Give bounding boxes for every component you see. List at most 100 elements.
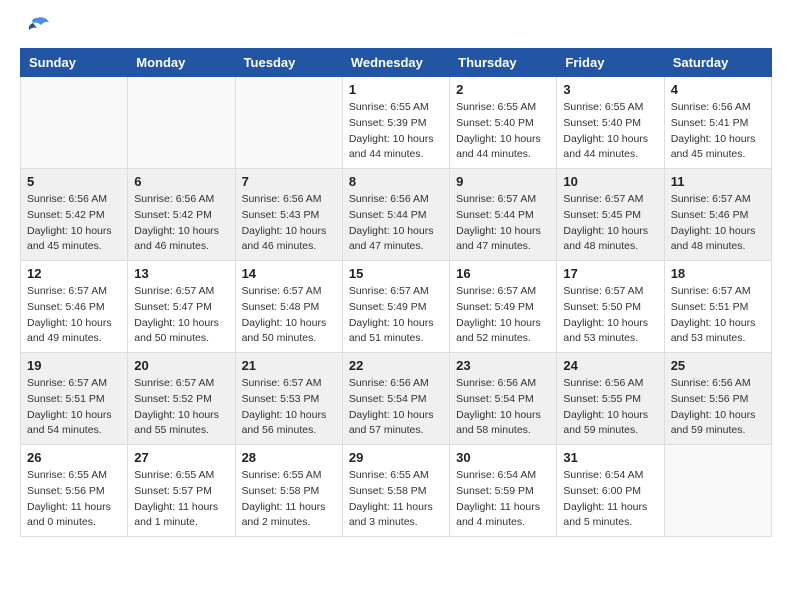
calendar-table: SundayMondayTuesdayWednesdayThursdayFrid… bbox=[20, 48, 772, 537]
calendar-cell: 15 Sunrise: 6:57 AM Sunset: 5:49 PM Dayli… bbox=[342, 261, 449, 353]
calendar-header-row: SundayMondayTuesdayWednesdayThursdayFrid… bbox=[21, 49, 772, 77]
day-number: 7 bbox=[242, 174, 336, 189]
calendar-cell: 27Sunrise: 6:55 AM Sunset: 5:57 PM Dayli… bbox=[128, 445, 235, 537]
calendar-week-5: 26 Sunrise: 6:55 AM Sunset: 5:56 PM Dayli… bbox=[21, 445, 772, 537]
calendar-cell: 13 Sunrise: 6:57 AM Sunset: 5:47 PM Dayli… bbox=[128, 261, 235, 353]
day-number: 27 bbox=[134, 450, 228, 465]
calendar-cell: 7 Sunrise: 6:56 AM Sunset: 5:43 PM Daylig… bbox=[235, 169, 342, 261]
day-info: Sunrise: 6:55 AM Sunset: 5:58 PM Dayligh… bbox=[242, 468, 336, 531]
day-number: 13 bbox=[134, 266, 228, 281]
day-number: 20 bbox=[134, 358, 228, 373]
day-info: Sunrise: 6:55 AM Sunset: 5:40 PM Dayligh… bbox=[456, 100, 550, 163]
day-info: Sunrise: 6:57 AM Sunset: 5:44 PM Dayligh… bbox=[456, 192, 550, 255]
day-number: 25 bbox=[671, 358, 765, 373]
day-info: Sunrise: 6:57 AM Sunset: 5:45 PM Dayligh… bbox=[563, 192, 657, 255]
logo-bird-icon bbox=[23, 16, 51, 38]
calendar-cell bbox=[664, 445, 771, 537]
calendar-cell: 19Sunrise: 6:57 AM Sunset: 5:51 PM Dayli… bbox=[21, 353, 128, 445]
calendar-cell: 8 Sunrise: 6:56 AM Sunset: 5:44 PM Daylig… bbox=[342, 169, 449, 261]
calendar-cell bbox=[21, 77, 128, 169]
day-number: 9 bbox=[456, 174, 550, 189]
day-number: 18 bbox=[671, 266, 765, 281]
day-info: Sunrise: 6:56 AM Sunset: 5:55 PM Dayligh… bbox=[563, 376, 657, 439]
day-number: 14 bbox=[242, 266, 336, 281]
calendar-week-4: 19Sunrise: 6:57 AM Sunset: 5:51 PM Dayli… bbox=[21, 353, 772, 445]
day-info: Sunrise: 6:54 AM Sunset: 6:00 PM Dayligh… bbox=[563, 468, 657, 531]
calendar-week-1: 1 Sunrise: 6:55 AM Sunset: 5:39 PM Daylig… bbox=[21, 77, 772, 169]
day-number: 15 bbox=[349, 266, 443, 281]
day-number: 12 bbox=[27, 266, 121, 281]
day-info: Sunrise: 6:56 AM Sunset: 5:41 PM Dayligh… bbox=[671, 100, 765, 163]
day-number: 17 bbox=[563, 266, 657, 281]
calendar-cell: 28 Sunrise: 6:55 AM Sunset: 5:58 PM Dayli… bbox=[235, 445, 342, 537]
calendar-cell: 21Sunrise: 6:57 AM Sunset: 5:53 PM Dayli… bbox=[235, 353, 342, 445]
day-number: 31 bbox=[563, 450, 657, 465]
day-number: 11 bbox=[671, 174, 765, 189]
day-number: 4 bbox=[671, 82, 765, 97]
day-info: Sunrise: 6:56 AM Sunset: 5:44 PM Dayligh… bbox=[349, 192, 443, 255]
day-info: Sunrise: 6:55 AM Sunset: 5:56 PM Dayligh… bbox=[27, 468, 121, 531]
weekday-header-thursday: Thursday bbox=[450, 49, 557, 77]
day-info: Sunrise: 6:57 AM Sunset: 5:46 PM Dayligh… bbox=[27, 284, 121, 347]
day-info: Sunrise: 6:55 AM Sunset: 5:39 PM Dayligh… bbox=[349, 100, 443, 163]
calendar-cell: 14 Sunrise: 6:57 AM Sunset: 5:48 PM Dayli… bbox=[235, 261, 342, 353]
calendar-cell: 24 Sunrise: 6:56 AM Sunset: 5:55 PM Dayli… bbox=[557, 353, 664, 445]
day-info: Sunrise: 6:57 AM Sunset: 5:48 PM Dayligh… bbox=[242, 284, 336, 347]
calendar-cell: 17Sunrise: 6:57 AM Sunset: 5:50 PM Dayli… bbox=[557, 261, 664, 353]
day-info: Sunrise: 6:57 AM Sunset: 5:49 PM Dayligh… bbox=[349, 284, 443, 347]
day-number: 6 bbox=[134, 174, 228, 189]
day-number: 24 bbox=[563, 358, 657, 373]
calendar-cell bbox=[235, 77, 342, 169]
weekday-header-wednesday: Wednesday bbox=[342, 49, 449, 77]
calendar-cell: 29 Sunrise: 6:55 AM Sunset: 5:58 PM Dayli… bbox=[342, 445, 449, 537]
day-number: 10 bbox=[563, 174, 657, 189]
day-number: 29 bbox=[349, 450, 443, 465]
day-info: Sunrise: 6:56 AM Sunset: 5:42 PM Dayligh… bbox=[134, 192, 228, 255]
day-info: Sunrise: 6:57 AM Sunset: 5:52 PM Dayligh… bbox=[134, 376, 228, 439]
calendar-cell: 4 Sunrise: 6:56 AM Sunset: 5:41 PM Daylig… bbox=[664, 77, 771, 169]
day-number: 22 bbox=[349, 358, 443, 373]
day-info: Sunrise: 6:56 AM Sunset: 5:56 PM Dayligh… bbox=[671, 376, 765, 439]
weekday-header-friday: Friday bbox=[557, 49, 664, 77]
day-number: 2 bbox=[456, 82, 550, 97]
day-number: 3 bbox=[563, 82, 657, 97]
calendar-cell bbox=[128, 77, 235, 169]
calendar-cell: 30 Sunrise: 6:54 AM Sunset: 5:59 PM Dayli… bbox=[450, 445, 557, 537]
calendar-cell: 1 Sunrise: 6:55 AM Sunset: 5:39 PM Daylig… bbox=[342, 77, 449, 169]
day-number: 23 bbox=[456, 358, 550, 373]
calendar-week-2: 5Sunrise: 6:56 AM Sunset: 5:42 PM Daylig… bbox=[21, 169, 772, 261]
day-info: Sunrise: 6:57 AM Sunset: 5:47 PM Dayligh… bbox=[134, 284, 228, 347]
calendar-week-3: 12 Sunrise: 6:57 AM Sunset: 5:46 PM Dayli… bbox=[21, 261, 772, 353]
calendar-cell: 16 Sunrise: 6:57 AM Sunset: 5:49 PM Dayli… bbox=[450, 261, 557, 353]
calendar-cell: 26 Sunrise: 6:55 AM Sunset: 5:56 PM Dayli… bbox=[21, 445, 128, 537]
day-number: 30 bbox=[456, 450, 550, 465]
calendar-cell: 20 Sunrise: 6:57 AM Sunset: 5:52 PM Dayli… bbox=[128, 353, 235, 445]
weekday-header-monday: Monday bbox=[128, 49, 235, 77]
day-number: 16 bbox=[456, 266, 550, 281]
day-info: Sunrise: 6:55 AM Sunset: 5:58 PM Dayligh… bbox=[349, 468, 443, 531]
calendar-cell: 10 Sunrise: 6:57 AM Sunset: 5:45 PM Dayli… bbox=[557, 169, 664, 261]
day-info: Sunrise: 6:56 AM Sunset: 5:43 PM Dayligh… bbox=[242, 192, 336, 255]
weekday-header-sunday: Sunday bbox=[21, 49, 128, 77]
day-info: Sunrise: 6:57 AM Sunset: 5:49 PM Dayligh… bbox=[456, 284, 550, 347]
calendar-cell: 23 Sunrise: 6:56 AM Sunset: 5:54 PM Dayli… bbox=[450, 353, 557, 445]
logo bbox=[20, 20, 51, 38]
weekday-header-tuesday: Tuesday bbox=[235, 49, 342, 77]
day-info: Sunrise: 6:54 AM Sunset: 5:59 PM Dayligh… bbox=[456, 468, 550, 531]
day-info: Sunrise: 6:57 AM Sunset: 5:46 PM Dayligh… bbox=[671, 192, 765, 255]
day-number: 19 bbox=[27, 358, 121, 373]
calendar-cell: 22 Sunrise: 6:56 AM Sunset: 5:54 PM Dayli… bbox=[342, 353, 449, 445]
calendar-cell: 25 Sunrise: 6:56 AM Sunset: 5:56 PM Dayli… bbox=[664, 353, 771, 445]
page-header bbox=[20, 20, 772, 38]
day-info: Sunrise: 6:57 AM Sunset: 5:51 PM Dayligh… bbox=[671, 284, 765, 347]
day-number: 21 bbox=[242, 358, 336, 373]
day-number: 8 bbox=[349, 174, 443, 189]
day-number: 1 bbox=[349, 82, 443, 97]
weekday-header-saturday: Saturday bbox=[664, 49, 771, 77]
day-number: 26 bbox=[27, 450, 121, 465]
day-info: Sunrise: 6:56 AM Sunset: 5:54 PM Dayligh… bbox=[349, 376, 443, 439]
day-info: Sunrise: 6:56 AM Sunset: 5:54 PM Dayligh… bbox=[456, 376, 550, 439]
day-number: 28 bbox=[242, 450, 336, 465]
calendar-cell: 31 Sunrise: 6:54 AM Sunset: 6:00 PM Dayli… bbox=[557, 445, 664, 537]
day-info: Sunrise: 6:56 AM Sunset: 5:42 PM Dayligh… bbox=[27, 192, 121, 255]
